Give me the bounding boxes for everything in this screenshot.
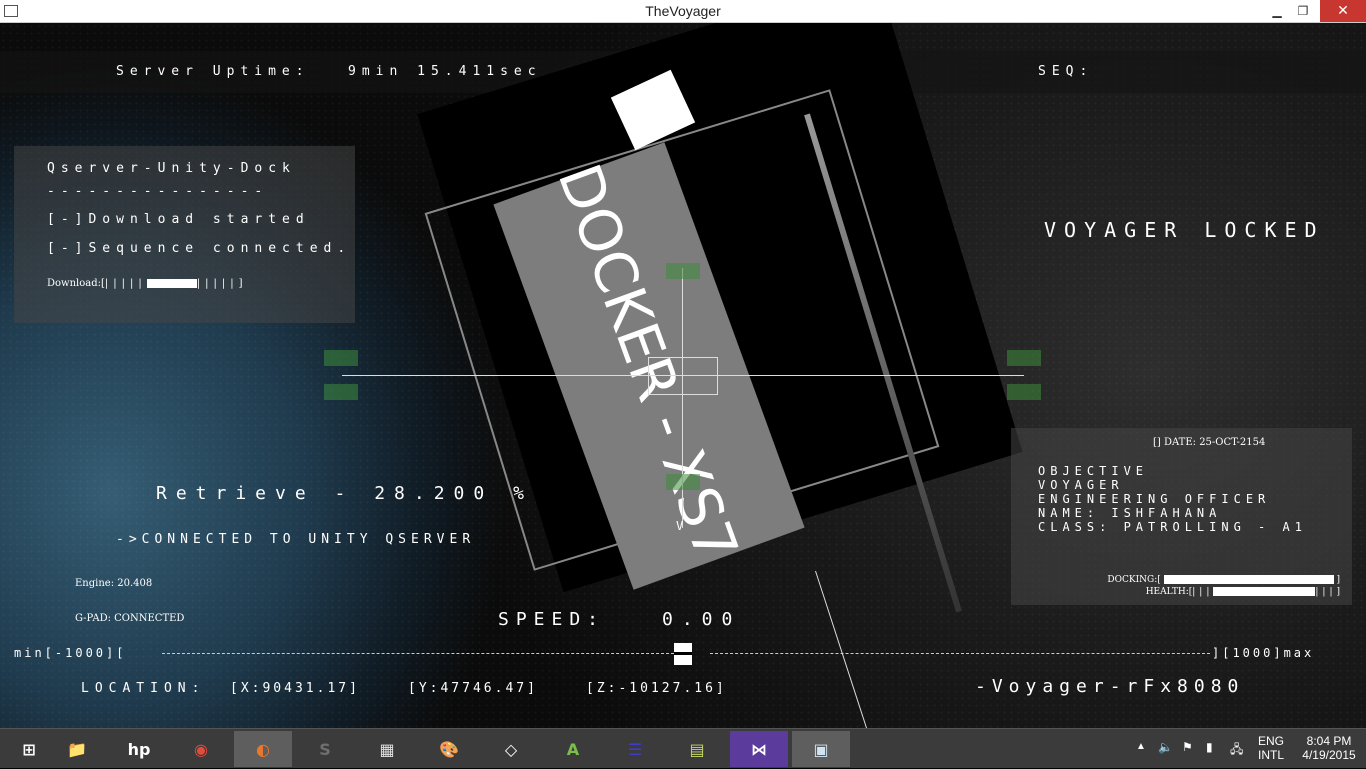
download-row: Download:[||||| |||||]	[47, 278, 243, 289]
speed-min-label: min[-1000][	[14, 646, 127, 660]
taskbar-item-visual-studio[interactable]: ⋈	[730, 731, 788, 767]
dock-panel-title: Qserver-Unity-Dock	[47, 161, 296, 176]
close-button[interactable]: ✕	[1320, 0, 1366, 22]
engine-value: Engine: 20.408	[75, 578, 153, 589]
voyager-locked-text: VOYAGER LOCKED	[1044, 218, 1325, 242]
uptime-label: Server Uptime:	[116, 64, 310, 79]
language-layout: INTL	[1257, 748, 1284, 762]
unity-icon: ◇	[504, 739, 518, 759]
bottom-marker	[666, 474, 700, 490]
location-label: LOCATION:	[81, 681, 206, 696]
taskbar-item-firefox[interactable]: ◐	[234, 731, 292, 767]
dock-panel-line1: [-]Download started	[47, 212, 310, 227]
show-hidden-icons[interactable]: ▲	[1136, 741, 1146, 752]
docking-label: DOCKING:	[1107, 575, 1158, 585]
android-studio-icon: A	[566, 739, 580, 759]
info-panel: [] DATE: 25-OCT-2154 OBJECTIVE VOYAGER E…	[1011, 428, 1352, 605]
connection-status: ->CONNECTED TO UNITY QSERVER	[116, 532, 476, 547]
left-marker-bottom	[324, 384, 358, 400]
health-label: HEALTH:	[1145, 587, 1189, 597]
speed-value: 0.00	[662, 609, 742, 630]
reticle-v-marker: V	[676, 519, 684, 533]
restore-button[interactable]: ❐	[1288, 0, 1318, 22]
taskbar-item-notes[interactable]: ▤	[668, 731, 726, 767]
game-viewport[interactable]: Server Uptime: 9min 15.411sec SEQ: DOCKE…	[0, 23, 1366, 728]
file-explorer-icon: 📁	[67, 739, 87, 759]
hp-icon: hp	[127, 739, 151, 759]
taskbar-item-paint[interactable]: 🎨	[420, 731, 478, 767]
taskbar-item-voyager-app[interactable]: ▣	[792, 731, 850, 767]
voyager-signature: -Voyager-rFx8080	[975, 676, 1245, 697]
taskbar-item-file-explorer[interactable]: 📁	[48, 731, 106, 767]
objective-label: OBJECTIVE	[1038, 464, 1149, 478]
dock-panel-line2: [-]Sequence connected.	[47, 241, 352, 256]
action-center-icon[interactable]: ⚑	[1182, 740, 1193, 754]
retrieve-progress: Retrieve - 28.200 %	[156, 483, 533, 504]
name-label: NAME: ISHFAHANA	[1038, 506, 1222, 520]
voyager-app-icon: ▣	[813, 739, 829, 759]
system-tray-icons[interactable]: ▲ 🔈 ⚑ ▮ 🖧	[1132, 729, 1252, 769]
paint-icon: 🎨	[439, 739, 459, 759]
taskbar: ⊞ 📁 hp ◉ ◐ S ▦ 🎨 ◇ A ☰ ▤ ⋈ ▣ ▲ 🔈 ⚑ ▮ 🖧 ENG INTL 8:04 …	[0, 728, 1366, 768]
taskbar-item-sublime-text[interactable]: S	[296, 731, 354, 767]
taskbar-item-chrome[interactable]: ◉	[172, 731, 230, 767]
clock-date: 4/19/2015	[1302, 748, 1356, 762]
seq-label: SEQ:	[1038, 64, 1094, 79]
download-progress-bar	[146, 279, 197, 288]
top-marker	[666, 263, 700, 279]
volume-icon[interactable]: 🔈	[1158, 740, 1173, 754]
docking-row: DOCKING:[ ]	[1107, 575, 1340, 585]
docking-bar	[1163, 575, 1334, 584]
location-x: [X:90431.17]	[230, 681, 360, 696]
window-title: TheVoyager	[645, 3, 721, 19]
location-y: [Y:47746.47]	[408, 681, 538, 696]
class-label: CLASS: PATROLLING - A1	[1038, 520, 1307, 534]
language-code: ENG	[1257, 734, 1284, 748]
speed-max-label: ][1000]max	[1212, 646, 1315, 660]
role-label: ENGINEERING OFFICER	[1038, 492, 1271, 506]
clock-time: 8:04 PM	[1306, 734, 1352, 748]
language-indicator[interactable]: ENG INTL	[1255, 729, 1287, 769]
health-row: HEALTH:[||| |||]	[1145, 587, 1340, 597]
taskbar-item-eclipse[interactable]: ☰	[606, 731, 664, 767]
speed-slider-handle[interactable]	[674, 643, 692, 665]
speed-track-left	[162, 653, 674, 654]
firefox-icon: ◐	[256, 739, 270, 759]
speed-label: SPEED:	[498, 609, 606, 630]
eclipse-icon: ☰	[627, 739, 643, 759]
taskbar-item-hp[interactable]: hp	[110, 731, 168, 767]
dock-panel: Qserver-Unity-Dock ---------------- [-]D…	[14, 146, 355, 323]
right-marker-bottom	[1007, 384, 1041, 400]
date-label: [] DATE: 25-OCT-2154	[1153, 437, 1266, 448]
location-z: [Z:-10127.16]	[586, 681, 727, 696]
right-marker-top	[1007, 350, 1041, 366]
window-title-bar: TheVoyager ▁ ❐ ✕	[0, 0, 1366, 23]
taskbar-item-android-studio[interactable]: A	[544, 731, 602, 767]
apps-grid-icon: ▦	[379, 739, 395, 759]
left-marker-top	[324, 350, 358, 366]
taskbar-item-unity[interactable]: ◇	[482, 731, 540, 767]
visual-studio-icon: ⋈	[751, 739, 767, 759]
chrome-icon: ◉	[194, 739, 208, 759]
speed-track-right	[710, 653, 1210, 654]
windows-start-icon: ⊞	[22, 739, 36, 759]
download-label: Download:	[47, 278, 101, 289]
taskbar-item-apps-grid[interactable]: ▦	[358, 731, 416, 767]
sublime-text-icon: S	[319, 739, 331, 759]
network-icon[interactable]: 🖧	[1230, 740, 1243, 761]
power-icon[interactable]: ▮	[1206, 740, 1213, 754]
gpad-status: G-PAD: CONNECTED	[75, 613, 185, 624]
reticle-box	[648, 357, 718, 395]
notes-icon: ▤	[689, 739, 705, 759]
uptime-value: 9min 15.411sec	[348, 64, 542, 79]
health-bar	[1213, 587, 1316, 596]
voyager-label: VOYAGER	[1038, 478, 1124, 492]
dock-panel-divider: ----------------	[47, 184, 269, 199]
clock[interactable]: 8:04 PM 4/19/2015	[1296, 729, 1362, 769]
